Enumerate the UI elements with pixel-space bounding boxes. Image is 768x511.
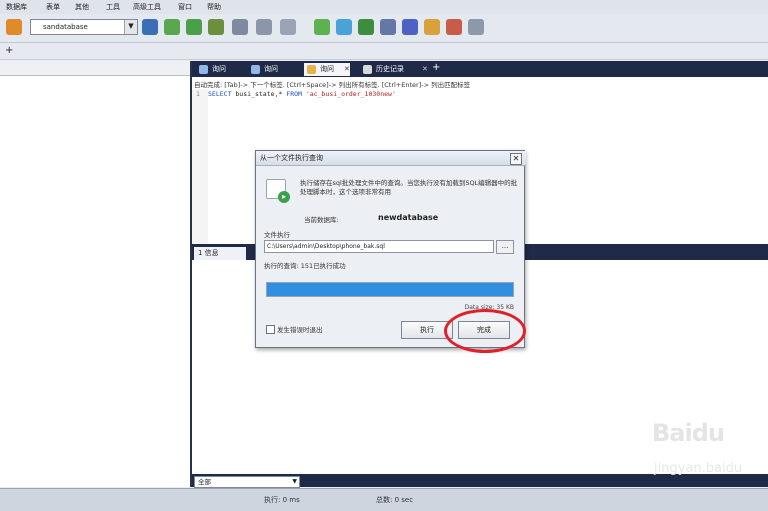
menu-item-table[interactable]: 表单 [46, 2, 60, 12]
line-gutter: 1 [192, 89, 208, 244]
total-time: 总数: 0 sec [376, 496, 414, 504]
add-connection-button[interactable]: + [5, 45, 13, 56]
tab-query-1[interactable]: 询问 [196, 63, 252, 76]
schedule-icon[interactable] [280, 19, 296, 35]
menu-item-advanced-tools[interactable]: 高级工具 [133, 2, 161, 12]
report-icon[interactable] [380, 19, 396, 35]
file-execute-label: 文件执行 [264, 231, 290, 239]
menu-item-database[interactable]: 数据库 [6, 2, 27, 12]
export-icon[interactable] [208, 19, 224, 35]
chevron-down-icon: ▼ [124, 20, 137, 34]
line-number: 1 [196, 90, 201, 98]
highlight-ring [444, 309, 526, 353]
sql-keyword: FROM [286, 90, 302, 98]
menu-item-window[interactable]: 窗口 [178, 2, 192, 12]
tab-label: 询问 [264, 65, 278, 73]
execution-status: 执行的查询: 151已执行成功 [264, 262, 346, 270]
dialog-description: 执行储存在sql批处理文件中的查询。当您执行没有加载到SQL编辑器中的批处理脚本… [300, 179, 518, 196]
close-icon[interactable]: ✕ [510, 153, 522, 165]
tab-history[interactable]: 历史记录 ✕ [360, 63, 428, 76]
secondary-toolbar: + [0, 43, 768, 60]
tab-label: 询问 [212, 65, 226, 73]
tab-label: 历史记录 [376, 65, 404, 73]
close-icon[interactable]: ✕ [422, 63, 428, 76]
close-icon[interactable]: ✕ [344, 63, 350, 76]
dialog-title-bar: 从一个文件执行查询 ✕ [256, 151, 526, 166]
object-browser[interactable] [0, 61, 192, 487]
code-line[interactable]: SELECT busi_state,* FROM 'ac_busi_order_… [208, 90, 396, 98]
add-tab-button[interactable]: + [432, 62, 440, 73]
import-icon[interactable] [186, 19, 202, 35]
messages-tab-label: 1 信息 [198, 249, 219, 257]
tool-icon[interactable] [424, 19, 440, 35]
object-browser-header [0, 61, 190, 76]
grid-icon[interactable] [358, 19, 374, 35]
restore-icon[interactable] [256, 19, 272, 35]
run-badge-icon: ▸ [278, 191, 290, 203]
query-tab-icon [251, 65, 260, 74]
tab-query-2[interactable]: 询问 [248, 63, 304, 76]
chevron-down-icon: ▼ [292, 478, 297, 485]
query-tab-strip: 询问 询问 询问 ✕ 历史记录 ✕ + [192, 61, 768, 77]
progress-fill [267, 283, 513, 296]
menu-item-other[interactable]: 其他 [75, 2, 89, 12]
filter-select-value: 全部 [198, 478, 211, 486]
database-select-value: sandatabase [43, 23, 88, 31]
current-db-name: newdatabase [378, 213, 439, 222]
backup-icon[interactable] [232, 19, 248, 35]
file-run-icon: ▸ [266, 179, 290, 203]
browse-button[interactable]: ... [496, 240, 514, 254]
menu-item-help[interactable]: 帮助 [207, 2, 221, 12]
watermark-logo: Baidu [652, 419, 725, 447]
execute-file-dialog: 从一个文件执行查询 ✕ ▸ 执行储存在sql批处理文件中的查询。当您执行没有加载… [255, 150, 526, 353]
tab-label: 询问 [320, 65, 334, 73]
current-db-label: 当前数据库: [304, 216, 339, 224]
chart-tool-icon[interactable] [446, 19, 462, 35]
sql-keyword: SELECT [208, 90, 232, 98]
query-tab-icon [307, 65, 316, 74]
menu-bar: 数据库 表单 其他 工具 高级工具 窗口 帮助 [0, 0, 768, 15]
file-path-field[interactable]: C:\Users\admin\Desktop\phone_bak.sql [264, 240, 494, 253]
history-tab-icon [363, 65, 372, 74]
table-icon[interactable] [164, 19, 180, 35]
query-tab-icon [199, 65, 208, 74]
exec-time: 执行: 0 ms [264, 496, 300, 504]
sql-columns: busi_state,* [231, 90, 287, 98]
progress-bar [266, 282, 514, 297]
schema-icon[interactable] [314, 19, 330, 35]
filter-select[interactable]: 全部 ▼ [194, 476, 300, 488]
query-icon[interactable] [142, 19, 158, 35]
dialog-title: 从一个文件执行查询 [260, 154, 323, 162]
abort-on-error-label: 发生错误时退出 [277, 326, 323, 334]
tab-query-3[interactable]: 询问 ✕ [304, 63, 350, 76]
options-icon[interactable] [468, 19, 484, 35]
wizard-icon[interactable] [402, 19, 418, 35]
sql-table-name: 'ac_busi_order_1030new' [301, 90, 396, 98]
toolbar: sandatabase ▼ [0, 14, 768, 43]
db-icon[interactable] [6, 19, 22, 35]
database-select[interactable]: sandatabase ▼ [30, 19, 138, 35]
watermark: Baidu jingyan.baidu [646, 405, 768, 495]
autocomplete-hint: 自动完成: [Tab]-> 下一个标签. [Ctrl+Space]-> 列出所有… [194, 81, 471, 89]
abort-on-error-checkbox[interactable] [266, 325, 275, 334]
tab-messages[interactable]: 1 信息 [194, 247, 246, 260]
watermark-url: jingyan.baidu [654, 461, 743, 476]
menu-item-tools[interactable]: 工具 [106, 2, 120, 12]
sync-icon[interactable] [336, 19, 352, 35]
